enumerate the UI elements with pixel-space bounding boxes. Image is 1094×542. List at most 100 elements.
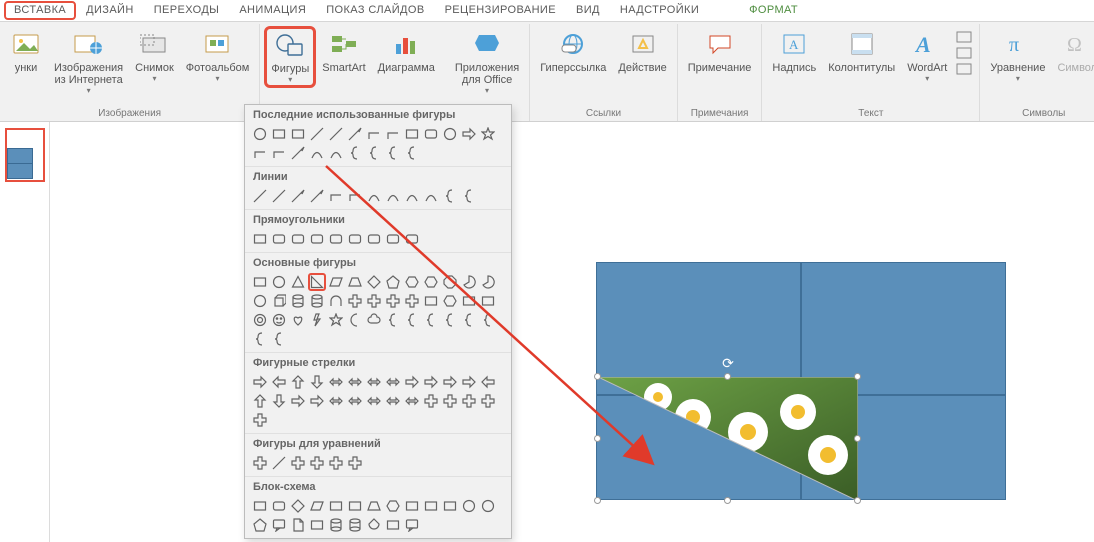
shape-option[interactable] — [441, 187, 459, 205]
shape-option[interactable] — [251, 292, 269, 310]
shape-option[interactable] — [346, 187, 364, 205]
shape-option[interactable] — [251, 411, 269, 429]
shape-option[interactable] — [384, 273, 402, 291]
tab-format[interactable]: ФОРМАТ — [739, 1, 808, 20]
shape-option[interactable] — [308, 516, 326, 534]
shape-option[interactable] — [384, 392, 402, 410]
shape-option[interactable] — [365, 497, 383, 515]
header-footer-button[interactable]: Колонтитулы — [822, 26, 901, 76]
equation-button[interactable]: π Уравнение ▾ — [984, 26, 1051, 84]
shape-option[interactable] — [403, 144, 421, 162]
shape-option[interactable] — [403, 273, 421, 291]
shape-option[interactable] — [479, 392, 497, 410]
shape-option[interactable] — [289, 516, 307, 534]
text-extras[interactable] — [953, 26, 975, 78]
shape-option[interactable] — [346, 230, 364, 248]
shape-option[interactable] — [289, 187, 307, 205]
shape-option[interactable] — [365, 311, 383, 329]
shape-option[interactable] — [403, 187, 421, 205]
shape-option[interactable] — [422, 373, 440, 391]
shape-option[interactable] — [403, 516, 421, 534]
shape-option[interactable] — [251, 497, 269, 515]
shape-rect-1[interactable] — [596, 262, 801, 395]
shape-option[interactable] — [346, 373, 364, 391]
shape-option[interactable] — [460, 392, 478, 410]
shape-option[interactable] — [251, 125, 269, 143]
shape-option[interactable] — [270, 330, 288, 348]
shape-option[interactable] — [460, 273, 478, 291]
shape-option[interactable] — [365, 292, 383, 310]
shape-option[interactable] — [270, 516, 288, 534]
shape-option[interactable] — [422, 292, 440, 310]
shape-option[interactable] — [308, 392, 326, 410]
shape-option[interactable] — [403, 311, 421, 329]
shape-option[interactable] — [422, 497, 440, 515]
shape-option[interactable] — [441, 392, 459, 410]
shape-option[interactable] — [441, 292, 459, 310]
shape-option[interactable] — [270, 187, 288, 205]
hyperlink-button[interactable]: Гиперссылка — [534, 26, 612, 76]
resize-handle[interactable] — [854, 373, 861, 380]
wordart-button[interactable]: A WordArt ▾ — [901, 26, 953, 84]
shape-option[interactable] — [384, 311, 402, 329]
slide-canvas[interactable]: ⟳ — [74, 128, 1074, 538]
screenshot-button[interactable]: Снимок ▾ — [129, 26, 180, 84]
shape-option[interactable] — [327, 230, 345, 248]
tab-view[interactable]: ВИД — [566, 1, 610, 20]
shape-option[interactable] — [460, 187, 478, 205]
shape-option[interactable] — [403, 392, 421, 410]
shape-option[interactable] — [251, 392, 269, 410]
shape-option[interactable] — [384, 373, 402, 391]
shape-option[interactable] — [422, 187, 440, 205]
shape-option[interactable] — [384, 497, 402, 515]
symbol-button[interactable]: Ω Символ — [1051, 26, 1094, 76]
tab-animations[interactable]: АНИМАЦИЯ — [229, 1, 316, 20]
shape-option[interactable] — [251, 454, 269, 472]
shape-option[interactable] — [270, 273, 288, 291]
shape-option[interactable] — [365, 187, 383, 205]
textbox-button[interactable]: A Надпись — [766, 26, 822, 76]
shape-option[interactable] — [308, 311, 326, 329]
shape-option[interactable] — [460, 292, 478, 310]
shape-option[interactable] — [403, 292, 421, 310]
shape-option[interactable] — [365, 230, 383, 248]
shape-option[interactable] — [479, 125, 497, 143]
shape-option[interactable] — [289, 373, 307, 391]
shape-option[interactable] — [270, 230, 288, 248]
shape-option[interactable] — [441, 373, 459, 391]
shape-option[interactable] — [346, 311, 364, 329]
shape-option[interactable] — [346, 454, 364, 472]
shape-option[interactable] — [270, 125, 288, 143]
shape-option[interactable] — [479, 311, 497, 329]
shape-option[interactable] — [308, 292, 326, 310]
shape-option[interactable] — [251, 373, 269, 391]
shape-option[interactable] — [403, 497, 421, 515]
resize-handle[interactable] — [594, 435, 601, 442]
tab-addins[interactable]: НАДСТРОЙКИ — [610, 1, 709, 20]
online-pictures-button[interactable]: Изображения из Интернета ▾ — [48, 26, 129, 96]
shape-option[interactable] — [289, 125, 307, 143]
shape-option[interactable] — [327, 497, 345, 515]
resize-handle[interactable] — [724, 497, 731, 504]
shape-option[interactable] — [251, 516, 269, 534]
shape-option[interactable] — [251, 311, 269, 329]
action-button[interactable]: Действие — [612, 26, 672, 76]
resize-handle[interactable] — [594, 373, 601, 380]
shape-option[interactable] — [479, 273, 497, 291]
shape-option[interactable] — [289, 311, 307, 329]
shape-option[interactable] — [289, 292, 307, 310]
shape-option[interactable] — [327, 373, 345, 391]
shape-option[interactable] — [327, 144, 345, 162]
shape-option[interactable] — [308, 187, 326, 205]
shape-option[interactable] — [422, 392, 440, 410]
pictures-button[interactable]: унки — [4, 26, 48, 76]
shape-option[interactable] — [251, 144, 269, 162]
shape-option[interactable] — [327, 311, 345, 329]
shape-option[interactable] — [460, 373, 478, 391]
shape-option[interactable] — [308, 497, 326, 515]
chart-button[interactable]: Диаграмма — [372, 26, 441, 76]
shape-option[interactable] — [270, 373, 288, 391]
tab-transitions[interactable]: ПЕРЕХОДЫ — [144, 1, 230, 20]
resize-handle[interactable] — [724, 373, 731, 380]
shape-option[interactable] — [346, 125, 364, 143]
